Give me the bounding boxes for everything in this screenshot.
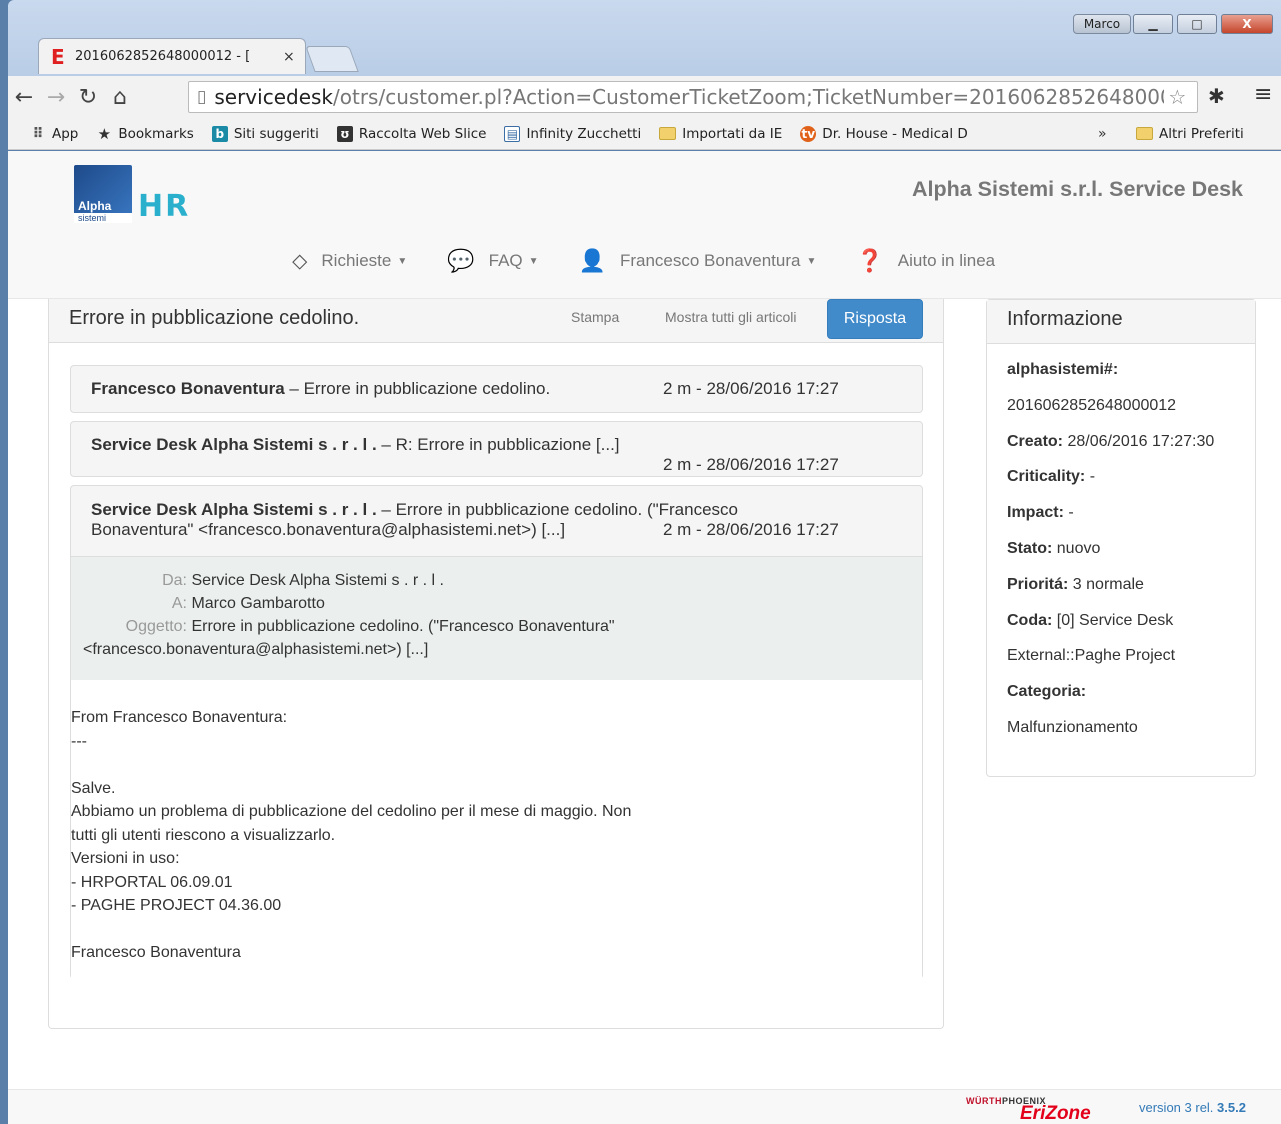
close-window-button[interactable]: X — [1221, 14, 1273, 34]
house-icon: tv — [800, 125, 817, 142]
ticket-title: Errore in pubblicazione cedolino. — [69, 307, 360, 329]
bookmark-bookmarks[interactable]: ★ Bookmarks — [96, 124, 194, 143]
address-bar[interactable]: ▯ servicedesk/otrs/customer.pl?Action=Cu… — [188, 81, 1198, 113]
article-body: From Francesco Bonaventura: --- Salve. A… — [71, 680, 922, 984]
ticket-panel-header: Errore in pubblicazione cedolino. Stampa… — [49, 299, 943, 343]
info-panel: Informazione alphasistemi#: 201606285264… — [986, 299, 1256, 777]
back-arrow-icon[interactable]: ← — [8, 85, 40, 110]
nav-help[interactable]: ❓ Aiuto in linea — [856, 249, 995, 274]
bookmarks-overflow-icon[interactable]: » — [1098, 126, 1107, 142]
service-desk-title: Alpha Sistemi s.r.l. Service Desk — [911, 177, 1243, 201]
browser-menu-icon[interactable]: ≡ — [1254, 82, 1272, 107]
caret-down-icon: ▼ — [397, 255, 408, 267]
bookmark-star-icon[interactable]: ☆ — [1168, 85, 1186, 109]
help-icon: ❓ — [856, 248, 884, 274]
bookmark-infinity[interactable]: ▤ Infinity Zucchetti — [504, 125, 641, 142]
bookmark-siti-suggeriti[interactable]: b Siti suggeriti — [211, 125, 319, 142]
bookmark-altri-preferiti[interactable]: Altri Preferiti — [1136, 126, 1244, 142]
folder-icon — [659, 127, 677, 140]
folder-icon — [1136, 127, 1153, 140]
infinity-icon: ▤ — [504, 125, 521, 142]
url-text: servicedesk/otrs/customer.pl?Action=Cust… — [214, 85, 1165, 109]
nav-richieste[interactable]: ⬦ Richieste ▼ — [292, 249, 407, 274]
new-tab-button[interactable] — [305, 46, 359, 72]
info-title: Informazione — [1007, 308, 1123, 330]
star-icon: ★ — [97, 124, 112, 143]
erizone-favicon-icon: E — [51, 44, 65, 69]
browser-titlebar: E 2016062852648000012 - [ × Marco ▁ □ X — [8, 0, 1281, 76]
article-header: Service Desk Alpha Sistemi s . r . l . –… — [91, 500, 839, 539]
extension-icon[interactable]: ✱ — [1208, 84, 1225, 108]
alpha-sistemi-logo[interactable]: Alpha sistemi — [74, 165, 132, 223]
caret-down-icon: ▼ — [528, 255, 539, 267]
print-link[interactable]: Stampa — [571, 309, 619, 325]
nav-faq[interactable]: 💬 FAQ ▼ — [447, 249, 538, 274]
show-all-articles-link[interactable]: Mostra tutti gli articoli — [665, 309, 796, 325]
reload-icon[interactable]: ↻ — [72, 85, 104, 110]
ticket-panel: Errore in pubblicazione cedolino. Stampa… — [48, 299, 944, 1029]
version-info: version 3 rel. 3.5.2 — [1139, 1100, 1246, 1115]
tag-icon: ⬦ — [292, 248, 308, 274]
info-panel-header: Informazione — [987, 300, 1255, 344]
article-header: Service Desk Alpha Sistemi s . r . l . –… — [91, 435, 839, 474]
bookmark-dr-house[interactable]: tv Dr. House - Medical D — [800, 125, 968, 142]
browser-tab[interactable]: E 2016062852648000012 - [ × — [38, 38, 306, 74]
tab-title: 2016062852648000012 - [ — [75, 49, 251, 64]
apps-icon: ⠿ — [32, 125, 44, 142]
article-item[interactable]: Service Desk Alpha Sistemi s . r . l . –… — [70, 421, 923, 477]
bookmarks-bar: ⠿ App ★ Bookmarks b Siti suggeriti ʊ Raccolt… — [8, 118, 1281, 150]
bookmark-apps[interactable]: ⠿ App — [30, 125, 79, 142]
minimize-button[interactable]: ▁ — [1133, 14, 1173, 34]
user-icon: 👤 — [578, 248, 606, 274]
maximize-button[interactable]: □ — [1177, 14, 1217, 34]
browser-toolbar: ← → ↻ ⌂ ▯ servicedesk/otrs/customer.pl?A… — [8, 76, 1281, 118]
app-header: Alpha sistemi HR Alpha Sistemi s.r.l. Se… — [8, 151, 1281, 299]
article-item-expanded[interactable]: Service Desk Alpha Sistemi s . r . l . –… — [70, 485, 923, 984]
caret-down-icon: ▼ — [806, 255, 817, 267]
info-details: alphasistemi#: 2016062852648000012 Creat… — [1007, 361, 1215, 736]
page-content: Alpha sistemi HR Alpha Sistemi s.r.l. Se… — [8, 151, 1281, 1124]
erizone-logo: EriZone — [1020, 1103, 1091, 1124]
tab-close-icon[interactable]: × — [283, 49, 295, 65]
article-meta: Da: Service Desk Alpha Sistemi s . r . l… — [71, 556, 922, 680]
page-icon: ▯ — [197, 87, 207, 107]
article-item[interactable]: Francesco Bonaventura – Errore in pubbli… — [70, 365, 923, 413]
bookmark-web-slice[interactable]: ʊ Raccolta Web Slice — [336, 125, 486, 142]
comments-icon: 💬 — [447, 248, 475, 274]
home-icon[interactable]: ⌂ — [104, 85, 136, 110]
main-nav: ⬦ Richieste ▼ 💬 FAQ ▼ 👤 Francesco Bonavent… — [292, 243, 1035, 279]
window-controls: ▁ □ X — [1133, 14, 1273, 34]
web-slice-icon: ʊ — [336, 125, 353, 142]
nav-user[interactable]: 👤 Francesco Bonaventura ▼ — [579, 249, 817, 274]
forward-arrow-icon[interactable]: → — [40, 85, 72, 110]
bing-icon: b — [211, 125, 228, 142]
hr-logo: HR — [138, 189, 191, 224]
reply-button[interactable]: Risposta — [827, 299, 923, 339]
bookmark-importati[interactable]: Importati da IE — [659, 126, 782, 142]
profile-button[interactable]: Marco — [1073, 14, 1131, 34]
article-header: Francesco Bonaventura – Errore in pubbli… — [91, 379, 839, 398]
page-footer: WÜRTHPHOENIX EriZone version 3 rel. 3.5.… — [8, 1089, 1281, 1124]
